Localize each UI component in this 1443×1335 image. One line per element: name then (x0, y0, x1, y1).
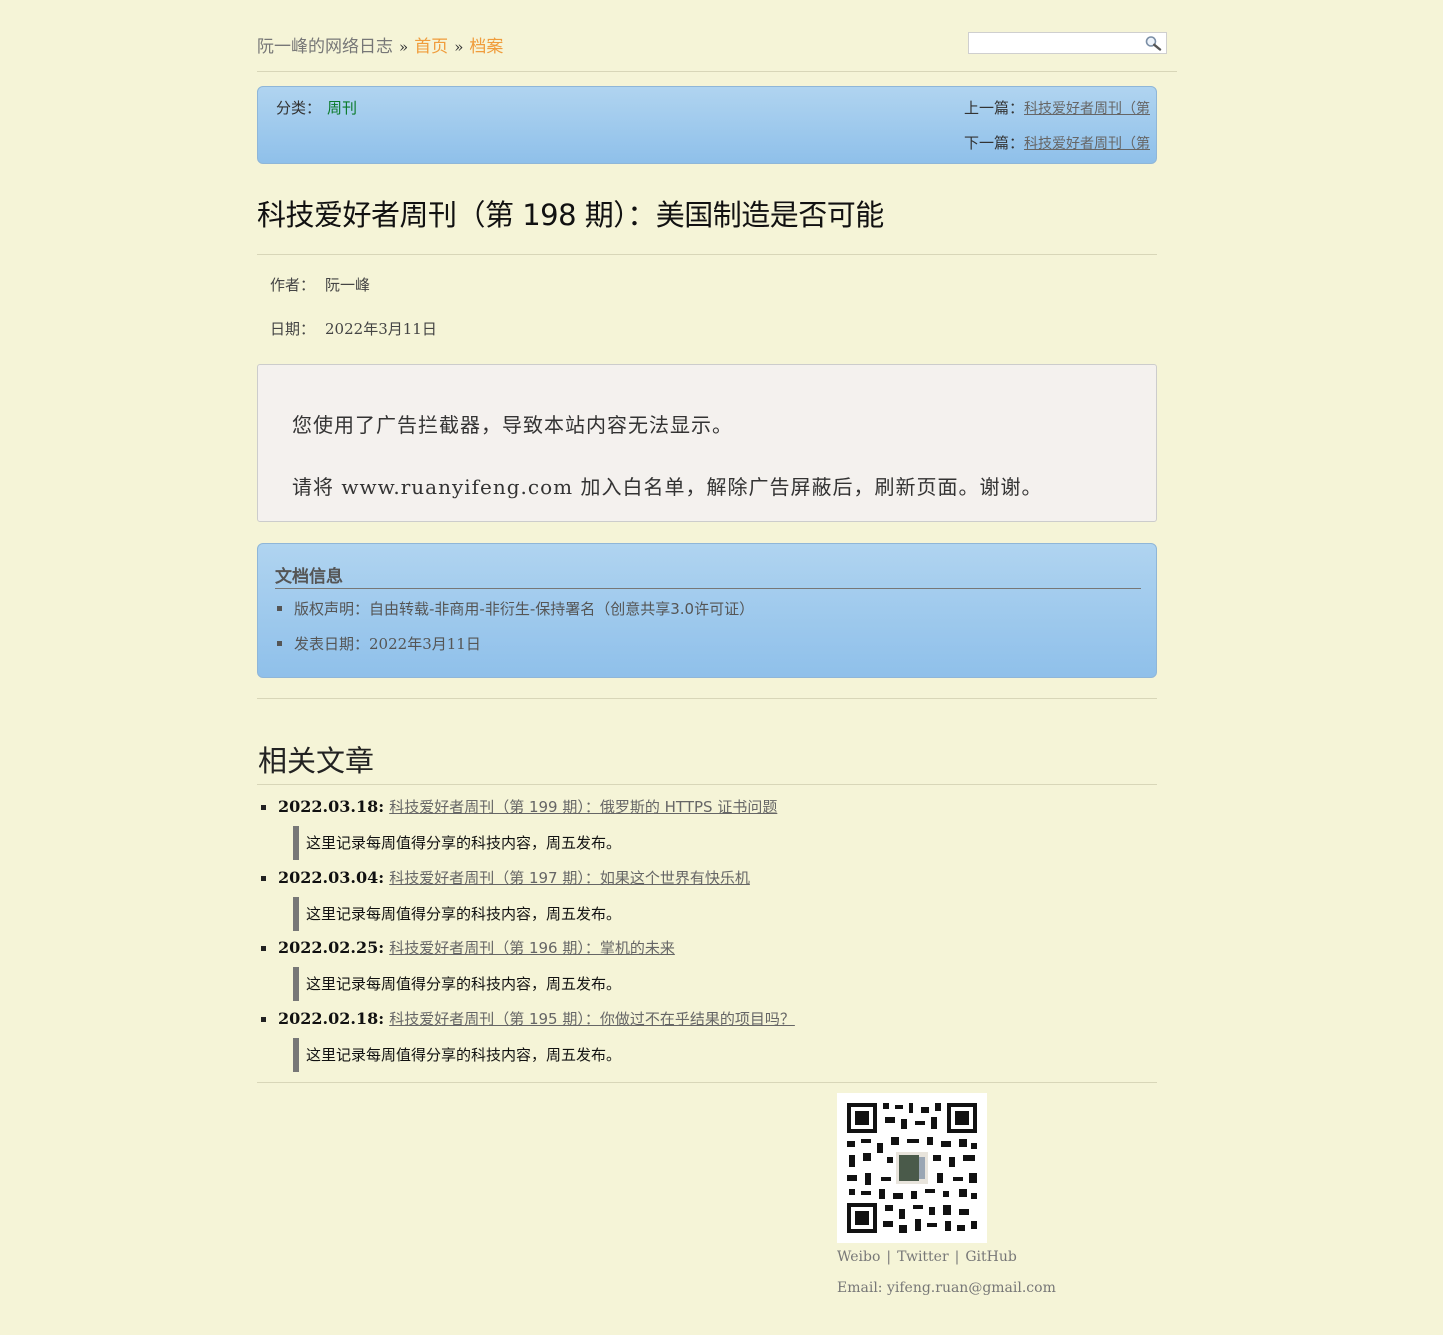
article-nav-box: 分类： 周刊 上一篇：科技爱好者周刊（第 下一篇：科技爱好者周刊（第 (257, 86, 1157, 164)
date-meta: 日期： 2022年3月11日 (270, 318, 437, 339)
list-item: 2022.03.18: 科技爱好者周刊（第 199 期）：俄罗斯的 HTTPS … (257, 796, 1157, 867)
related-summary: 这里记录每周值得分享的科技内容，周五发布。 (293, 967, 621, 1001)
breadcrumb-separator: » (454, 38, 464, 56)
wechat-qr-code (837, 1093, 987, 1243)
related-date: 2022.03.18: (278, 797, 385, 816)
breadcrumb-home-link[interactable]: 首页 (414, 37, 448, 57)
notice-line-1: 您使用了广告拦截器，导致本站内容无法显示。 (292, 413, 733, 437)
next-article-link[interactable]: 科技爱好者周刊（第 (1024, 133, 1150, 153)
related-link[interactable]: 科技爱好者周刊（第 195 期）：你做过不在乎结果的项目吗？ (389, 1010, 795, 1028)
breadcrumb: 阮一峰的网络日志 » 首页 » 档案 (257, 32, 503, 57)
related-entry: 2022.02.25: 科技爱好者周刊（第 196 期）：掌机的未来 (261, 937, 675, 958)
related-summary: 这里记录每周值得分享的科技内容，周五发布。 (293, 1037, 621, 1072)
breadcrumb-archive-link[interactable]: 档案 (469, 37, 503, 57)
related-link[interactable]: 科技爱好者周刊（第 197 期）：如果这个世界有快乐机 (389, 869, 750, 887)
related-summary: 这里记录每周值得分享的科技内容，周五发布。 (293, 896, 621, 931)
page-title: 科技爱好者周刊（第 198 期）：美国制造是否可能 (257, 198, 884, 232)
github-link[interactable]: GitHub (965, 1249, 1016, 1265)
category-label: 分类： (276, 99, 322, 117)
document-info-heading: 文档信息 (275, 562, 1141, 589)
next-label: 下一篇： (963, 134, 1024, 152)
notice-line-2: 请将 www.ruanyifeng.com 加入白名单，解除广告屏蔽后，刷新页面… (292, 475, 1043, 499)
footer-separator: | (886, 1249, 892, 1265)
search-icon[interactable] (1144, 35, 1162, 51)
breadcrumb-separator: » (399, 38, 409, 56)
category-link[interactable]: 周刊 (327, 99, 357, 117)
related-heading: 相关文章 (258, 744, 375, 778)
list-item: 2022.03.04: 科技爱好者周刊（第 197 期）：如果这个世界有快乐机 … (257, 867, 1157, 938)
related-entry: 2022.03.18: 科技爱好者周刊（第 199 期）：俄罗斯的 HTTPS … (260, 796, 777, 817)
publish-date-item: 发表日期：2022年3月11日 (275, 633, 754, 668)
prev-label: 上一篇： (963, 99, 1024, 117)
divider (257, 254, 1157, 255)
date-label: 日期： (270, 320, 316, 338)
divider (257, 698, 1157, 699)
related-list: 2022.03.18: 科技爱好者周刊（第 199 期）：俄罗斯的 HTTPS … (257, 796, 1157, 1078)
related-date: 2022.02.18: (278, 1008, 385, 1028)
document-info-box: 文档信息 版权声明：自由转载-非商用-非衍生-保持署名（创意共享3.0许可证） … (257, 543, 1157, 678)
publish-date-label: 发表日期： (294, 635, 370, 653)
license-item: 版权声明：自由转载-非商用-非衍生-保持署名（创意共享3.0许可证） (275, 598, 754, 633)
next-article: 下一篇：科技爱好者周刊（第 (964, 132, 1150, 153)
document-info-list: 版权声明：自由转载-非商用-非衍生-保持署名（创意共享3.0许可证） 发表日期：… (275, 598, 754, 668)
site-header: 阮一峰的网络日志 » 首页 » 档案 (257, 30, 1177, 72)
twitter-link[interactable]: Twitter (897, 1249, 949, 1265)
related-entry: 2022.02.18: 科技爱好者周刊（第 195 期）：你做过不在乎结果的项目… (261, 1008, 795, 1029)
adblock-notice: 您使用了广告拦截器，导致本站内容无法显示。 请将 www.ruanyifeng.… (257, 364, 1157, 522)
related-entry: 2022.03.04: 科技爱好者周刊（第 197 期）：如果这个世界有快乐机 (261, 867, 750, 888)
category: 分类： 周刊 (276, 97, 357, 118)
publish-date-value: 2022年3月11日 (369, 635, 481, 653)
related-link[interactable]: 科技爱好者周刊（第 196 期）：掌机的未来 (389, 939, 675, 957)
weibo-link[interactable]: Weibo (837, 1249, 880, 1265)
footer-email: Email: yifeng.ruan@gmail.com (837, 1280, 1056, 1296)
related-date: 2022.02.25: (278, 938, 385, 957)
breadcrumb-site-name[interactable]: 阮一峰的网络日志 (257, 37, 393, 57)
divider (257, 784, 1157, 785)
search-box (968, 32, 1167, 54)
list-item: 2022.02.18: 科技爱好者周刊（第 195 期）：你做过不在乎结果的项目… (257, 1008, 1157, 1079)
list-item: 2022.02.25: 科技爱好者周刊（第 196 期）：掌机的未来 这里记录每… (257, 937, 1157, 1008)
author-name: 阮一峰 (325, 276, 371, 294)
divider (257, 1082, 1157, 1083)
prev-article: 上一篇：科技爱好者周刊（第 (964, 97, 1150, 118)
date-value: 2022年3月11日 (325, 320, 437, 338)
license-text: 版权声明：自由转载-非商用-非衍生-保持署名（创意共享3.0许可证） (294, 600, 755, 618)
related-date: 2022.03.04: (278, 867, 385, 887)
search-input[interactable] (971, 34, 1145, 54)
footer-separator: | (954, 1249, 960, 1265)
prev-article-link[interactable]: 科技爱好者周刊（第 (1024, 98, 1150, 118)
related-summary: 这里记录每周值得分享的科技内容，周五发布。 (293, 826, 621, 860)
author-meta: 作者： 阮一峰 (270, 274, 370, 295)
footer-links: Weibo | Twitter | GitHub (837, 1249, 1017, 1265)
related-link[interactable]: 科技爱好者周刊（第 199 期）：俄罗斯的 HTTPS 证书问题 (389, 798, 777, 816)
author-label: 作者： (270, 276, 316, 294)
